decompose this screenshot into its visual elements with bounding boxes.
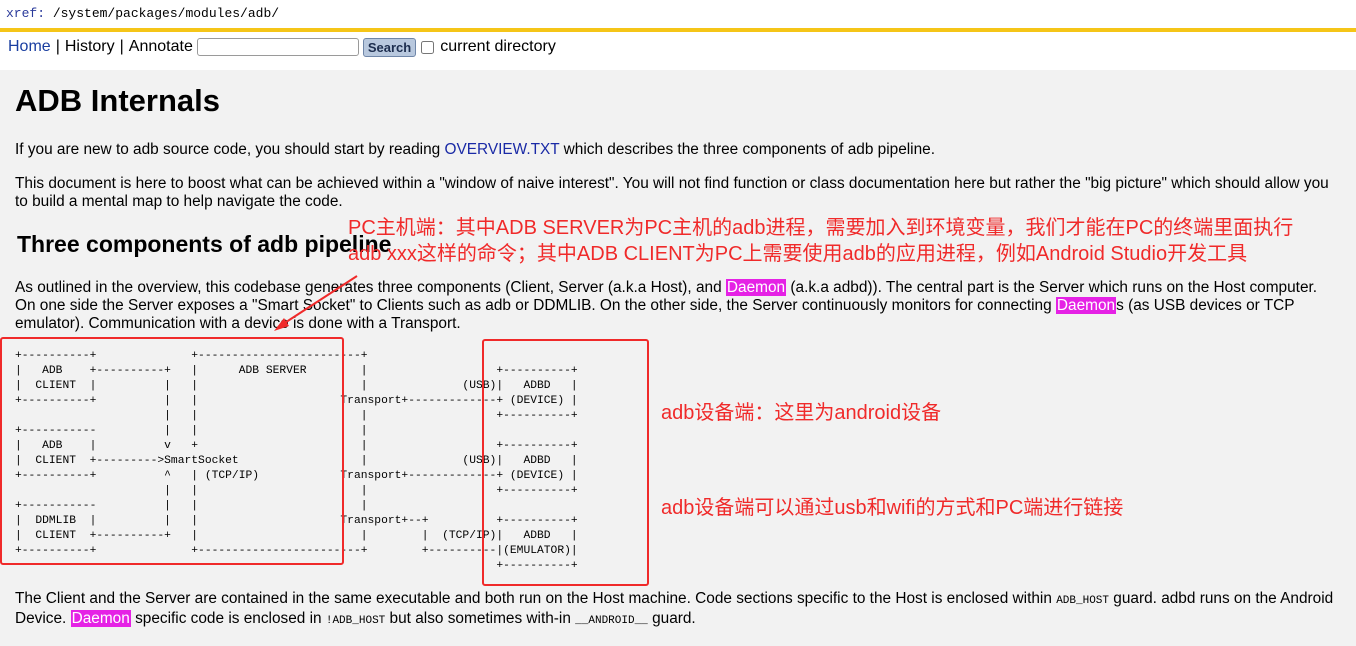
current-directory-label: current directory [440,38,556,55]
intro-text-before: If you are new to adb source code, you s… [15,141,445,158]
host-text-d: but also sometimes with-in [385,610,576,627]
nav-separator: | [55,38,60,55]
nav-bar: Home | History | Annotate Search current… [8,36,556,58]
nav-separator: | [119,38,124,55]
search-button[interactable]: Search [362,37,417,57]
current-directory-checkbox[interactable] [421,40,435,54]
host-text-a: The Client and the Server are contained … [15,590,1057,607]
overview-link[interactable]: OVERVIEW.TXT [445,141,560,158]
intro-text-after: which describes the three components of … [559,141,935,158]
code-android: __ANDROID__ [575,615,648,627]
section-heading: Three components of adb pipeline [17,231,392,257]
host-text-c: specific code is enclosed in [130,610,326,627]
purpose-paragraph: This document is here to boost what can … [15,175,1329,210]
daemon-highlight: Daemon [1055,297,1117,314]
components-text-a: As outlined in the overview, this codeba… [15,279,726,296]
code-not-adb-host: !ADB_HOST [325,615,386,627]
search-input[interactable] [196,38,359,56]
components-paragraph: As outlined in the overview, this codeba… [15,279,1335,333]
xref-path: xref: /system/packages/modules/adb/ [6,6,279,21]
host-text-e: guard. [647,610,696,627]
nav-annotate[interactable]: Annotate [129,38,193,56]
device-annotation-box [482,339,649,586]
code-adb-host: ADB_HOST [1056,595,1109,607]
nav-history[interactable]: History [65,38,115,56]
device-annotation-text: adb设备端：这里为android设备 [661,402,942,424]
host-annotation-box [0,337,344,565]
daemon-highlight: Daemon [70,610,131,627]
page-title: ADB Internals [15,83,220,118]
intro-paragraph: If you are new to adb source code, you s… [15,141,1335,159]
daemon-highlight: Daemon [725,279,787,296]
connection-annotation-text: adb设备端可以通过usb和wifi的方式和PC端进行链接 [661,497,1124,519]
header-divider [0,28,1356,32]
nav-home-link[interactable]: Home [8,38,51,56]
xref-label: xref: [6,6,46,21]
xref-path-text: /system/packages/modules/adb/ [45,6,280,21]
host-device-paragraph: The Client and the Server are contained … [15,590,1335,630]
host-annotation-text: PC主机端：其中ADB SERVER为PC主机的adb进程，需要加入到环境变量，… [348,217,1294,265]
